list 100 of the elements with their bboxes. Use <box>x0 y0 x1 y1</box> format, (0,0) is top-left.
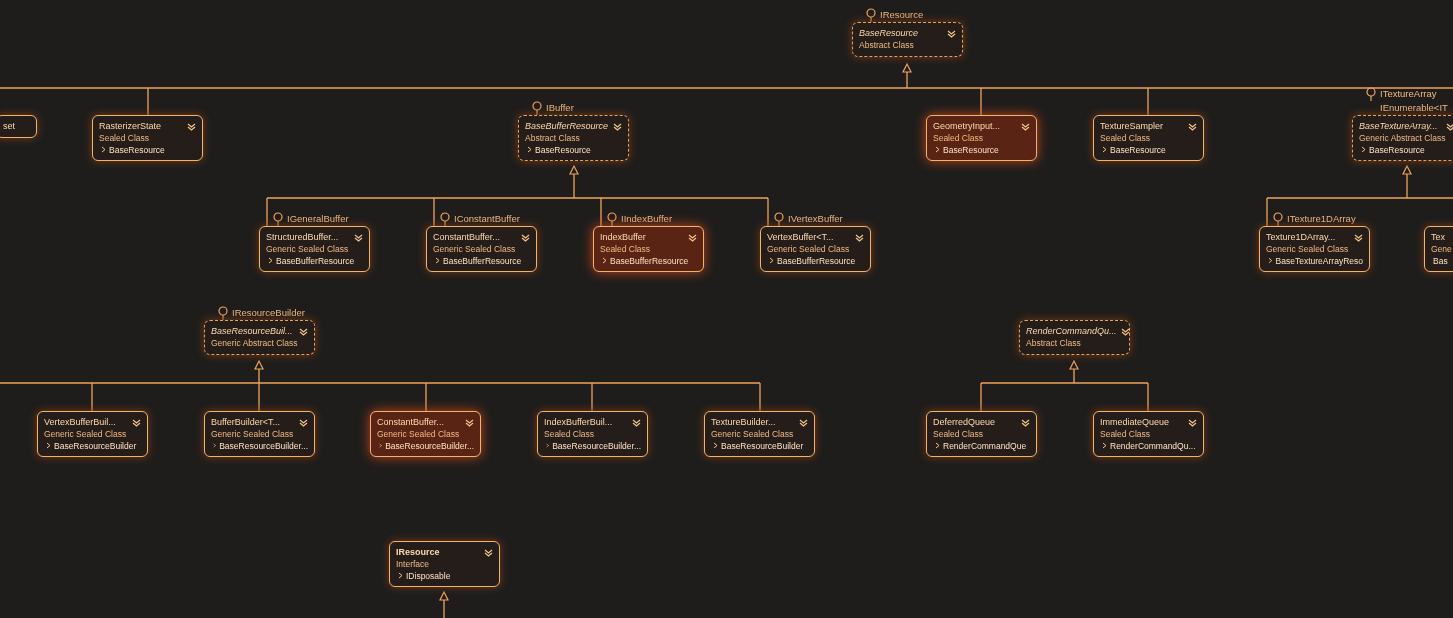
class-title: TextureBuilder... <box>711 418 776 427</box>
class-node[interactable]: Texture1DArray... Generic Sealed Class BaseTextureArrayReso <box>1259 226 1370 272</box>
chevron-down-icon[interactable] <box>354 233 363 242</box>
class-title: BaseResource <box>859 29 919 38</box>
class-node[interactable]: ConstantBuffer... Generic Sealed Class BaseBufferResource <box>426 226 537 272</box>
base-class-label: BaseResource <box>535 145 591 154</box>
class-node[interactable]: IndexBufferBuil... Sealed Class BaseResourceBuilder... <box>537 411 648 457</box>
class-title: RenderCommandQu... <box>1026 327 1117 336</box>
interface-lollipop-icon <box>532 101 542 115</box>
chevron-down-icon[interactable] <box>1120 327 1130 336</box>
base-class-label: BaseTextureArrayReso <box>1275 256 1363 265</box>
chevron-down-icon[interactable] <box>947 29 956 38</box>
class-title: BaseResourceBuil... <box>211 327 293 336</box>
class-node[interactable]: Tex Gene Bas <box>1424 226 1453 272</box>
class-node[interactable]: RasterizerState Sealed Class BaseResource <box>92 115 203 161</box>
class-title: IResource <box>396 548 440 557</box>
chevron-down-icon[interactable] <box>855 233 864 242</box>
base-class-label: BaseResourceBuilder... <box>385 441 474 450</box>
class-node[interactable]: TextureSampler Sealed Class BaseResource <box>1093 115 1204 161</box>
class-kind-label: Sealed Class <box>600 245 652 254</box>
base-class-label: BaseResourceBuilder... <box>219 441 308 450</box>
base-class-label: BaseBufferResource <box>777 256 856 265</box>
class-title: set <box>3 122 15 131</box>
chevron-down-icon[interactable] <box>688 233 697 242</box>
class-node[interactable]: BaseTextureArray... Generic Abstract Class BaseResource <box>1352 115 1453 161</box>
base-class-label: BaseBufferResource <box>276 256 355 265</box>
chevron-right-icon <box>713 442 718 450</box>
chevron-right-icon <box>602 257 607 265</box>
class-kind-label: Generic Abstract Class <box>1359 134 1447 143</box>
chevron-down-icon[interactable] <box>1188 418 1197 427</box>
class-node[interactable]: ConstantBuffer... Generic Sealed Class BaseResourceBuilder... <box>370 411 481 457</box>
class-kind-label: Generic Abstract Class <box>211 339 299 348</box>
chevron-down-icon[interactable] <box>799 418 808 427</box>
class-node[interactable]: GeometryInput... Sealed Class BaseResource <box>926 115 1037 161</box>
class-title: IndexBufferBuil... <box>544 418 613 427</box>
base-class-label: BaseResourceBuilder... <box>552 441 641 450</box>
chevron-down-icon[interactable] <box>613 122 622 131</box>
chevron-down-icon[interactable] <box>484 548 493 557</box>
class-title: ConstantBuffer... <box>377 418 444 427</box>
chevron-down-icon[interactable] <box>1354 233 1363 242</box>
chevron-right-icon <box>935 442 940 450</box>
chevron-down-icon[interactable] <box>1446 122 1453 131</box>
chevron-right-icon <box>769 257 774 265</box>
class-title: IndexBuffer <box>600 233 646 242</box>
class-node[interactable]: BufferBuilder<T... Generic Sealed Class BaseResourceBuilder... <box>204 411 315 457</box>
class-node[interactable]: set <box>0 115 37 138</box>
interface-lollipop-icon <box>273 212 283 226</box>
class-node[interactable]: IResource Interface IDisposable <box>389 541 500 587</box>
class-node[interactable]: ImmediateQueue Sealed Class RenderCommandQu... <box>1093 411 1204 457</box>
class-node[interactable]: IndexBuffer Sealed Class BaseBufferResource <box>593 226 704 272</box>
base-class-label: BaseBufferResource <box>443 256 522 265</box>
chevron-down-icon[interactable] <box>1188 122 1197 131</box>
chevron-right-icon <box>46 442 51 450</box>
class-node[interactable]: DeferredQueue Sealed Class RenderCommandQue <box>926 411 1037 457</box>
interface-lollipop-icon <box>1366 87 1376 101</box>
base-class-label: BaseResourceBuilder <box>54 441 137 450</box>
chevron-down-icon[interactable] <box>187 122 196 131</box>
chevron-right-icon <box>435 257 440 265</box>
class-kind-label: Generic Sealed Class <box>211 430 295 439</box>
class-title: ConstantBuffer... <box>433 233 500 242</box>
chevron-down-icon[interactable] <box>299 327 308 336</box>
interface-label: IGeneralBuffer <box>287 214 349 224</box>
chevron-down-icon[interactable] <box>465 418 474 427</box>
interface-lollipop-icon <box>1273 212 1283 226</box>
base-class-label: RenderCommandQue <box>943 441 1027 450</box>
class-kind-label: Generic Sealed Class <box>1266 245 1350 254</box>
class-title: BaseTextureArray... <box>1359 122 1438 131</box>
class-node[interactable]: StructuredBuffer... Generic Sealed Class BaseBufferResource <box>259 226 370 272</box>
class-title: BaseBufferResource <box>525 122 609 131</box>
class-node[interactable]: VertexBuffer<T... Generic Sealed Class BaseBufferResource <box>760 226 871 272</box>
class-node[interactable]: VertexBufferBuil... Generic Sealed Class BaseResourceBuilder <box>37 411 148 457</box>
chevron-right-icon <box>1361 146 1366 154</box>
chevron-down-icon[interactable] <box>1021 122 1030 131</box>
base-class-label: BaseResourceBuilder <box>721 441 804 450</box>
class-node[interactable]: BaseBufferResource Abstract Class BaseResource <box>518 115 629 161</box>
class-kind-label: Abstract Class <box>859 41 915 50</box>
class-title: Texture1DArray... <box>1266 233 1336 242</box>
class-node[interactable]: BaseResource Abstract Class <box>852 22 963 57</box>
class-kind-label: Generic Sealed Class <box>767 245 851 254</box>
chevron-right-icon <box>527 146 532 154</box>
interface-label: IBuffer <box>546 103 574 113</box>
interface-label: IConstantBuffer <box>454 214 520 224</box>
base-class-label: Bas <box>1433 256 1448 265</box>
chevron-right-icon <box>935 146 940 154</box>
chevron-down-icon[interactable] <box>521 233 530 242</box>
interface-lollipop-icon <box>866 8 876 22</box>
class-node[interactable]: BaseResourceBuil... Generic Abstract Class <box>204 320 315 355</box>
chevron-down-icon[interactable] <box>299 418 308 427</box>
class-kind-label: Sealed Class <box>933 134 985 143</box>
interface-lollipop-icon <box>774 212 784 226</box>
class-node[interactable]: RenderCommandQu... Abstract Class <box>1019 320 1130 355</box>
base-class-label: RenderCommandQu... <box>1110 441 1196 450</box>
chevron-right-icon <box>101 146 106 154</box>
class-kind-label: Sealed Class <box>1100 134 1152 143</box>
class-kind-label: Gene <box>1431 245 1451 254</box>
class-node[interactable]: TextureBuilder... Generic Sealed Class BaseResourceBuilder <box>704 411 815 457</box>
chevron-down-icon[interactable] <box>1021 418 1030 427</box>
chevron-down-icon[interactable] <box>632 418 641 427</box>
class-title: ImmediateQueue <box>1100 418 1170 427</box>
chevron-down-icon[interactable] <box>132 418 141 427</box>
